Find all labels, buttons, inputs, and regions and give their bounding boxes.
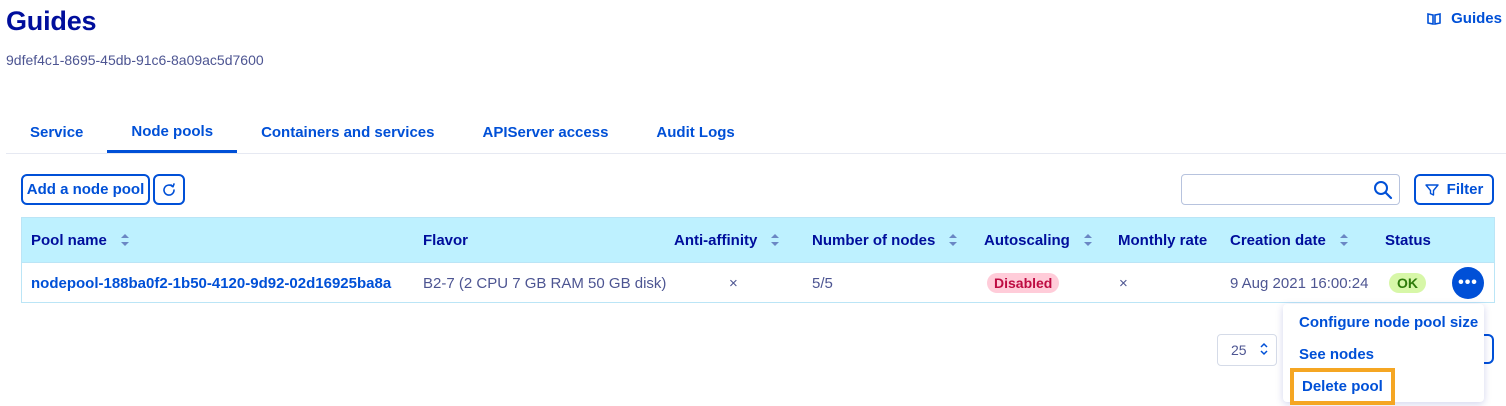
refresh-button[interactable] [153,174,185,205]
page-size-select[interactable]: 25 [1217,334,1277,366]
cluster-id: 9dfef4c1-8695-45db-91c6-8a09ac5d7600 [6,52,264,68]
filter-label: Filter [1446,181,1484,198]
pagination-button[interactable] [1484,334,1494,364]
tab-apiserver-access[interactable]: APIServer access [458,112,632,153]
guides-link[interactable]: Guides [1427,10,1502,27]
funnel-icon [1424,183,1439,196]
status-cell: OK [1389,263,1426,303]
status-badge: OK [1389,273,1426,293]
search-input[interactable] [1182,175,1362,204]
sort-icon[interactable] [1339,234,1348,246]
page-size-value: 25 [1231,342,1247,358]
sort-icon[interactable] [949,234,958,246]
column-header-monthly-rate: Monthly rate [1118,231,1208,249]
cross-icon: × [729,274,738,292]
page-title: Guides [6,6,97,36]
sort-icon[interactable] [771,234,780,246]
column-header-autoscaling[interactable]: Autoscaling [984,218,1092,262]
book-icon [1427,12,1441,25]
sort-icon[interactable] [1083,234,1092,246]
number-of-nodes-cell: 5/5 [812,274,833,292]
table-header: Pool name Flavor Anti-affinity Number of… [22,218,1494,262]
flavor-cell: B2-7 (2 CPU 7 GB RAM 50 GB disk) [423,274,667,292]
tab-containers-and-services[interactable]: Containers and services [237,112,458,153]
node-pool-table: Pool name Flavor Anti-affinity Number of… [21,217,1495,303]
actions-menu: Configure node pool size See nodes Delet… [1283,304,1484,405]
sort-icon[interactable] [120,234,129,246]
column-header-anti-affinity[interactable]: Anti-affinity [674,218,780,262]
column-header-creation-date[interactable]: Creation date [1230,218,1348,262]
cross-icon: × [1119,274,1128,292]
tab-node-pools[interactable]: Node pools [107,112,238,153]
table-row: nodepool-188ba0f2-1b50-4120-9d92-02d1692… [22,262,1494,302]
tab-audit-logs[interactable]: Audit Logs [632,112,758,153]
search-box [1181,174,1400,205]
add-node-pool-button[interactable]: Add a node pool [21,174,150,205]
refresh-icon [163,182,175,196]
autoscaling-cell: Disabled [987,263,1060,303]
tab-service[interactable]: Service [6,112,107,153]
creation-date-cell: 9 Aug 2021 16:00:24 [1230,274,1369,292]
column-header-status: Status [1385,231,1431,249]
filter-button[interactable]: Filter [1414,174,1494,205]
column-header-number-of-nodes[interactable]: Number of nodes [812,218,958,262]
search-icon[interactable] [1373,180,1393,200]
more-actions-button[interactable]: ••• [1452,267,1484,299]
status-badge: Disabled [987,273,1060,293]
menu-item-configure-node-pool-size[interactable]: Configure node pool size [1299,314,1478,331]
pool-name-link[interactable]: nodepool-188ba0f2-1b50-4120-9d92-02d1692… [31,263,391,303]
monthly-rate-cell: × [1119,263,1128,303]
guides-link-label: Guides [1451,10,1502,27]
menu-item-see-nodes[interactable]: See nodes [1299,346,1374,363]
tab-bar: Service Node pools Containers and servic… [6,112,1506,154]
menu-item-delete-pool[interactable]: Delete pool [1290,368,1395,405]
column-header-pool-name[interactable]: Pool name [31,218,129,262]
chevron-up-down-icon [1259,342,1269,359]
anti-affinity-cell: × [729,263,738,303]
column-header-flavor: Flavor [423,231,469,249]
